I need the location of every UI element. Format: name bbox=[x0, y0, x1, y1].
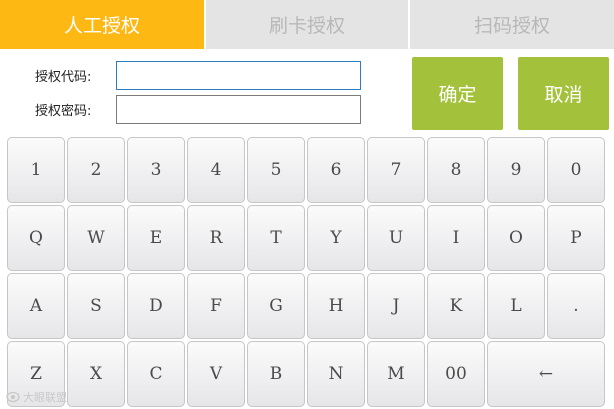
auth-password-input[interactable] bbox=[116, 95, 361, 124]
key-b[interactable]: B bbox=[247, 341, 305, 407]
key-4[interactable]: 4 bbox=[187, 137, 245, 203]
virtual-keyboard: 1 2 3 4 5 6 7 8 9 0 Q W E R T Y U I O P A S D F G H J K L. Z X C V B N M 00 ← bbox=[0, 136, 614, 409]
key-x[interactable]: X bbox=[67, 341, 125, 407]
key-q[interactable]: Q bbox=[7, 205, 65, 271]
cancel-button[interactable]: 取消 bbox=[518, 57, 609, 130]
key-dot[interactable]: . bbox=[547, 273, 605, 339]
key-u[interactable]: U bbox=[367, 205, 425, 271]
key-3[interactable]: 3 bbox=[127, 137, 185, 203]
key-0[interactable]: 0 bbox=[547, 137, 605, 203]
key-5[interactable]: 5 bbox=[247, 137, 305, 203]
watermark-text: 大眼联盟 bbox=[23, 391, 67, 404]
eye-logo-icon bbox=[6, 391, 20, 403]
tab-scan-auth[interactable]: 扫码授权 bbox=[410, 0, 614, 49]
key-9[interactable]: 9 bbox=[487, 137, 545, 203]
key-v[interactable]: V bbox=[187, 341, 245, 407]
key-f[interactable]: F bbox=[187, 273, 245, 339]
tab-manual-auth[interactable]: 人工授权 bbox=[0, 0, 204, 49]
auth-code-label: 授权代码: bbox=[35, 70, 92, 85]
key-d[interactable]: D bbox=[127, 273, 185, 339]
key-m[interactable]: M bbox=[367, 341, 425, 407]
key-c[interactable]: C bbox=[127, 341, 185, 407]
auth-code-input[interactable] bbox=[116, 61, 361, 90]
confirm-button[interactable]: 确定 bbox=[412, 57, 503, 130]
key-l[interactable]: L bbox=[487, 273, 545, 339]
key-p[interactable]: P bbox=[547, 205, 605, 271]
key-2[interactable]: 2 bbox=[67, 137, 125, 203]
auth-password-label: 授权密码: bbox=[35, 104, 92, 119]
key-k[interactable]: K bbox=[427, 273, 485, 339]
key-00[interactable]: 00 bbox=[427, 341, 485, 407]
key-backspace[interactable]: ← bbox=[487, 341, 605, 407]
key-a[interactable]: A bbox=[7, 273, 65, 339]
key-i[interactable]: I bbox=[427, 205, 485, 271]
key-8[interactable]: 8 bbox=[427, 137, 485, 203]
key-1[interactable]: 1 bbox=[7, 137, 65, 203]
tab-card-auth[interactable]: 刷卡授权 bbox=[206, 0, 408, 49]
key-o[interactable]: O bbox=[487, 205, 545, 271]
key-y[interactable]: Y bbox=[307, 205, 365, 271]
key-g[interactable]: G bbox=[247, 273, 305, 339]
auth-tab-bar: 人工授权 刷卡授权 扫码授权 bbox=[0, 0, 614, 49]
watermark: 大眼联盟 bbox=[6, 389, 67, 405]
key-n[interactable]: N bbox=[307, 341, 365, 407]
key-w[interactable]: W bbox=[67, 205, 125, 271]
key-e[interactable]: E bbox=[127, 205, 185, 271]
key-r[interactable]: R bbox=[187, 205, 245, 271]
key-h[interactable]: H bbox=[307, 273, 365, 339]
key-6[interactable]: 6 bbox=[307, 137, 365, 203]
key-t[interactable]: T bbox=[247, 205, 305, 271]
key-7[interactable]: 7 bbox=[367, 137, 425, 203]
key-s[interactable]: S bbox=[67, 273, 125, 339]
key-j[interactable]: J bbox=[367, 273, 425, 339]
